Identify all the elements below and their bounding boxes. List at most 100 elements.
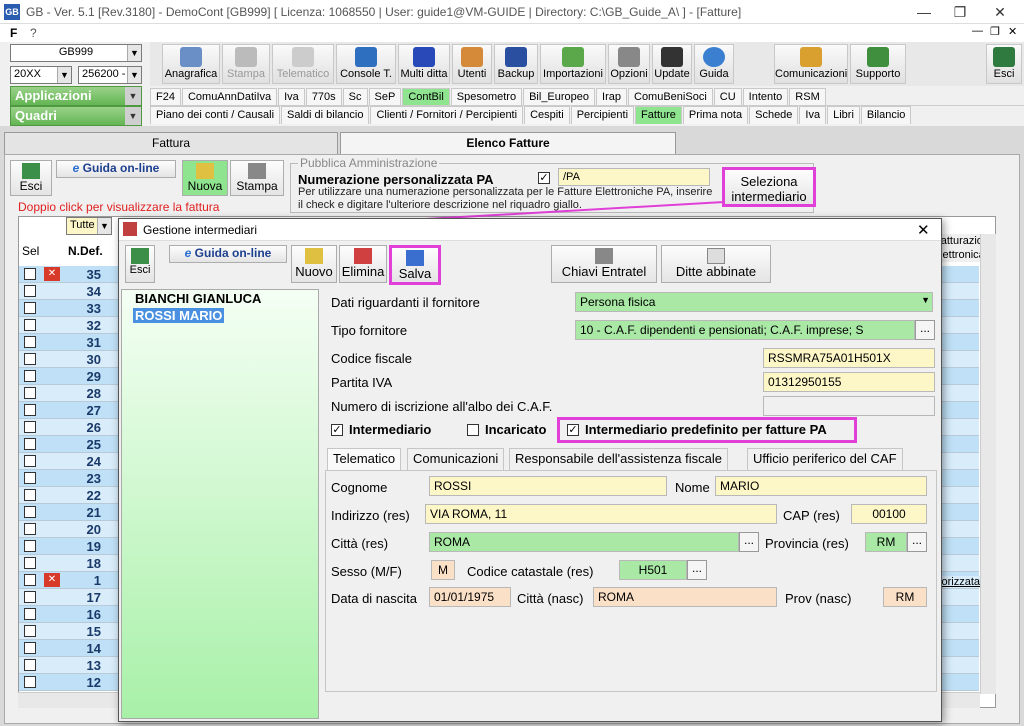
update-button[interactable]: Update [652,44,692,84]
row-checkbox[interactable] [24,591,36,603]
pa-numbering-input[interactable]: /PA [558,168,710,186]
importazioni-button[interactable]: Importazioni [540,44,606,84]
salva-button[interactable]: Salva [389,245,441,285]
tab-comubenisoci[interactable]: ComuBeniSoci [628,88,713,105]
row-checkbox[interactable] [24,285,36,297]
chiavi-entratel-button[interactable]: Chiavi Entratel [551,245,657,283]
row-checkbox[interactable] [24,540,36,552]
tab-ufficio-periferico[interactable]: Ufficio periferico del CAF [747,448,903,470]
supporto-button[interactable]: Supporto [850,44,906,84]
provincia-input[interactable]: RM [865,532,907,552]
company-select[interactable]: GB999 ▼ [10,44,142,62]
row-checkbox[interactable] [24,336,36,348]
quadri-select[interactable]: Quadri ▼ [10,106,142,126]
tab-percipienti[interactable]: Percipienti [570,106,635,124]
child-restore-icon[interactable]: ❐ [990,25,1000,38]
row-checkbox[interactable] [24,625,36,637]
nuovo-button[interactable]: Nuovo [291,245,337,283]
prov-nasc-input[interactable]: RM [883,587,927,607]
row-checkbox[interactable] [24,438,36,450]
filter-select[interactable]: Tutte ▼ [66,217,112,235]
tab-piano-dei-conti-causali[interactable]: Piano dei conti / Causali [150,106,281,124]
menu-help[interactable]: ? [30,26,37,40]
close-icon[interactable]: ✕ [980,0,1020,24]
row-checkbox[interactable] [24,387,36,399]
row-checkbox[interactable] [24,353,36,365]
cap-input[interactable]: 00100 [851,504,927,524]
tab-elenco-fatture[interactable]: Elenco Fatture [340,132,676,154]
row-checkbox[interactable] [24,608,36,620]
incaricato-checkbox[interactable] [467,424,479,436]
partita-iva-input[interactable]: 01312950155 [763,372,935,392]
nascita-input[interactable]: 01/01/1975 [429,587,511,607]
catastale-lookup-button[interactable]: ... [687,560,707,580]
tab-fattura[interactable]: Fattura [4,132,338,154]
citta-input[interactable]: ROMA [429,532,739,552]
dialog-esci-button[interactable]: Esci [125,245,155,283]
tipo-lookup-button[interactable]: ... [915,320,935,340]
tab-schede[interactable]: Schede [749,106,799,124]
citta-lookup-button[interactable]: ... [739,532,759,552]
row-checkbox[interactable] [24,404,36,416]
codice-fiscale-input[interactable]: RSSMRA75A01H501X [763,348,935,368]
predefinito-checkbox[interactable]: ✓ [567,424,579,436]
citta-nasc-input[interactable]: ROMA [593,587,777,607]
tab-cu[interactable]: CU [713,88,742,105]
tab-sc[interactable]: Sc [342,88,368,105]
row-checkbox[interactable] [24,557,36,569]
telematico-button[interactable]: Telematico [272,44,334,84]
multi-ditta-button[interactable]: Multi ditta [398,44,450,84]
row-checkbox[interactable] [24,268,36,280]
row-checkbox[interactable] [24,523,36,535]
sesso-input[interactable]: M [431,560,455,580]
row-checkbox[interactable] [24,472,36,484]
applicazioni-select[interactable]: Applicazioni ▼ [10,86,142,106]
year-select[interactable]: 20XX ▼ [10,66,72,84]
row-checkbox[interactable] [24,370,36,382]
tab-prima-nota[interactable]: Prima nota [682,106,749,124]
list-item-selected[interactable]: ROSSI MARIO [133,308,225,323]
stampa-toolbar-button[interactable]: Stampa [222,44,270,84]
tab-770s[interactable]: 770s [305,88,342,105]
tab-iva[interactable]: Iva [278,88,305,105]
nome-input[interactable]: MARIO [715,476,927,496]
cognome-input[interactable]: ROSSI [429,476,667,496]
esci-main-button[interactable]: Esci [10,160,52,196]
tab-cespiti[interactable]: Cespiti [524,106,570,124]
exit-app-button[interactable]: Esci [986,44,1022,84]
child-minimize-icon[interactable]: — [972,25,983,37]
right-scroll-track[interactable] [980,234,996,694]
tab-responsabile[interactable]: Responsabile dell'assistenza fiscale [509,448,728,470]
tab-clienti-fornitori-percipienti[interactable]: Clienti / Fornitori / Percipienti [370,106,524,124]
opzioni-button[interactable]: Opzioni [608,44,650,84]
elimina-button[interactable]: Elimina [339,245,387,283]
tab-rsm[interactable]: RSM [789,88,826,105]
row-checkbox[interactable] [24,574,36,586]
guida-online-main-button[interactable]: e Guida on-line [56,160,176,178]
comunicazioni-button[interactable]: Comunicazioni [774,44,848,84]
intermediario-checkbox[interactable]: ✓ [331,424,343,436]
code-select[interactable]: 256200 - ▼ [78,66,142,84]
indirizzo-input[interactable]: VIA ROMA, 11 [425,504,777,524]
row-checkbox[interactable] [24,489,36,501]
tab-sep[interactable]: SeP [368,88,402,105]
catastale-input[interactable]: H501 [619,560,687,580]
row-checkbox[interactable] [24,676,36,688]
row-checkbox[interactable] [24,455,36,467]
console-button[interactable]: Console T. [336,44,396,84]
restore-icon[interactable]: ❐ [940,0,980,24]
tipo-fornitore-field[interactable]: 10 - C.A.F. dipendenti e pensionati; C.A… [575,320,915,340]
guida-button[interactable]: Guida [694,44,734,84]
row-checkbox[interactable] [24,659,36,671]
minimize-icon[interactable]: — [904,0,944,24]
tab-f24[interactable]: F24 [150,88,181,105]
tab-comunicazioni[interactable]: Comunicazioni [407,448,505,470]
dati-select[interactable]: Persona fisica ▼ [575,292,933,312]
list-item[interactable]: BIANCHI GIANLUCA [135,291,261,306]
provincia-lookup-button[interactable]: ... [907,532,927,552]
row-checkbox[interactable] [24,506,36,518]
albo-input[interactable] [763,396,935,416]
tab-telematico[interactable]: Telematico [327,448,402,470]
seleziona-intermediario-button[interactable]: Seleziona intermediario [722,167,816,207]
tab-bil-europeo[interactable]: Bil_Europeo [523,88,596,105]
